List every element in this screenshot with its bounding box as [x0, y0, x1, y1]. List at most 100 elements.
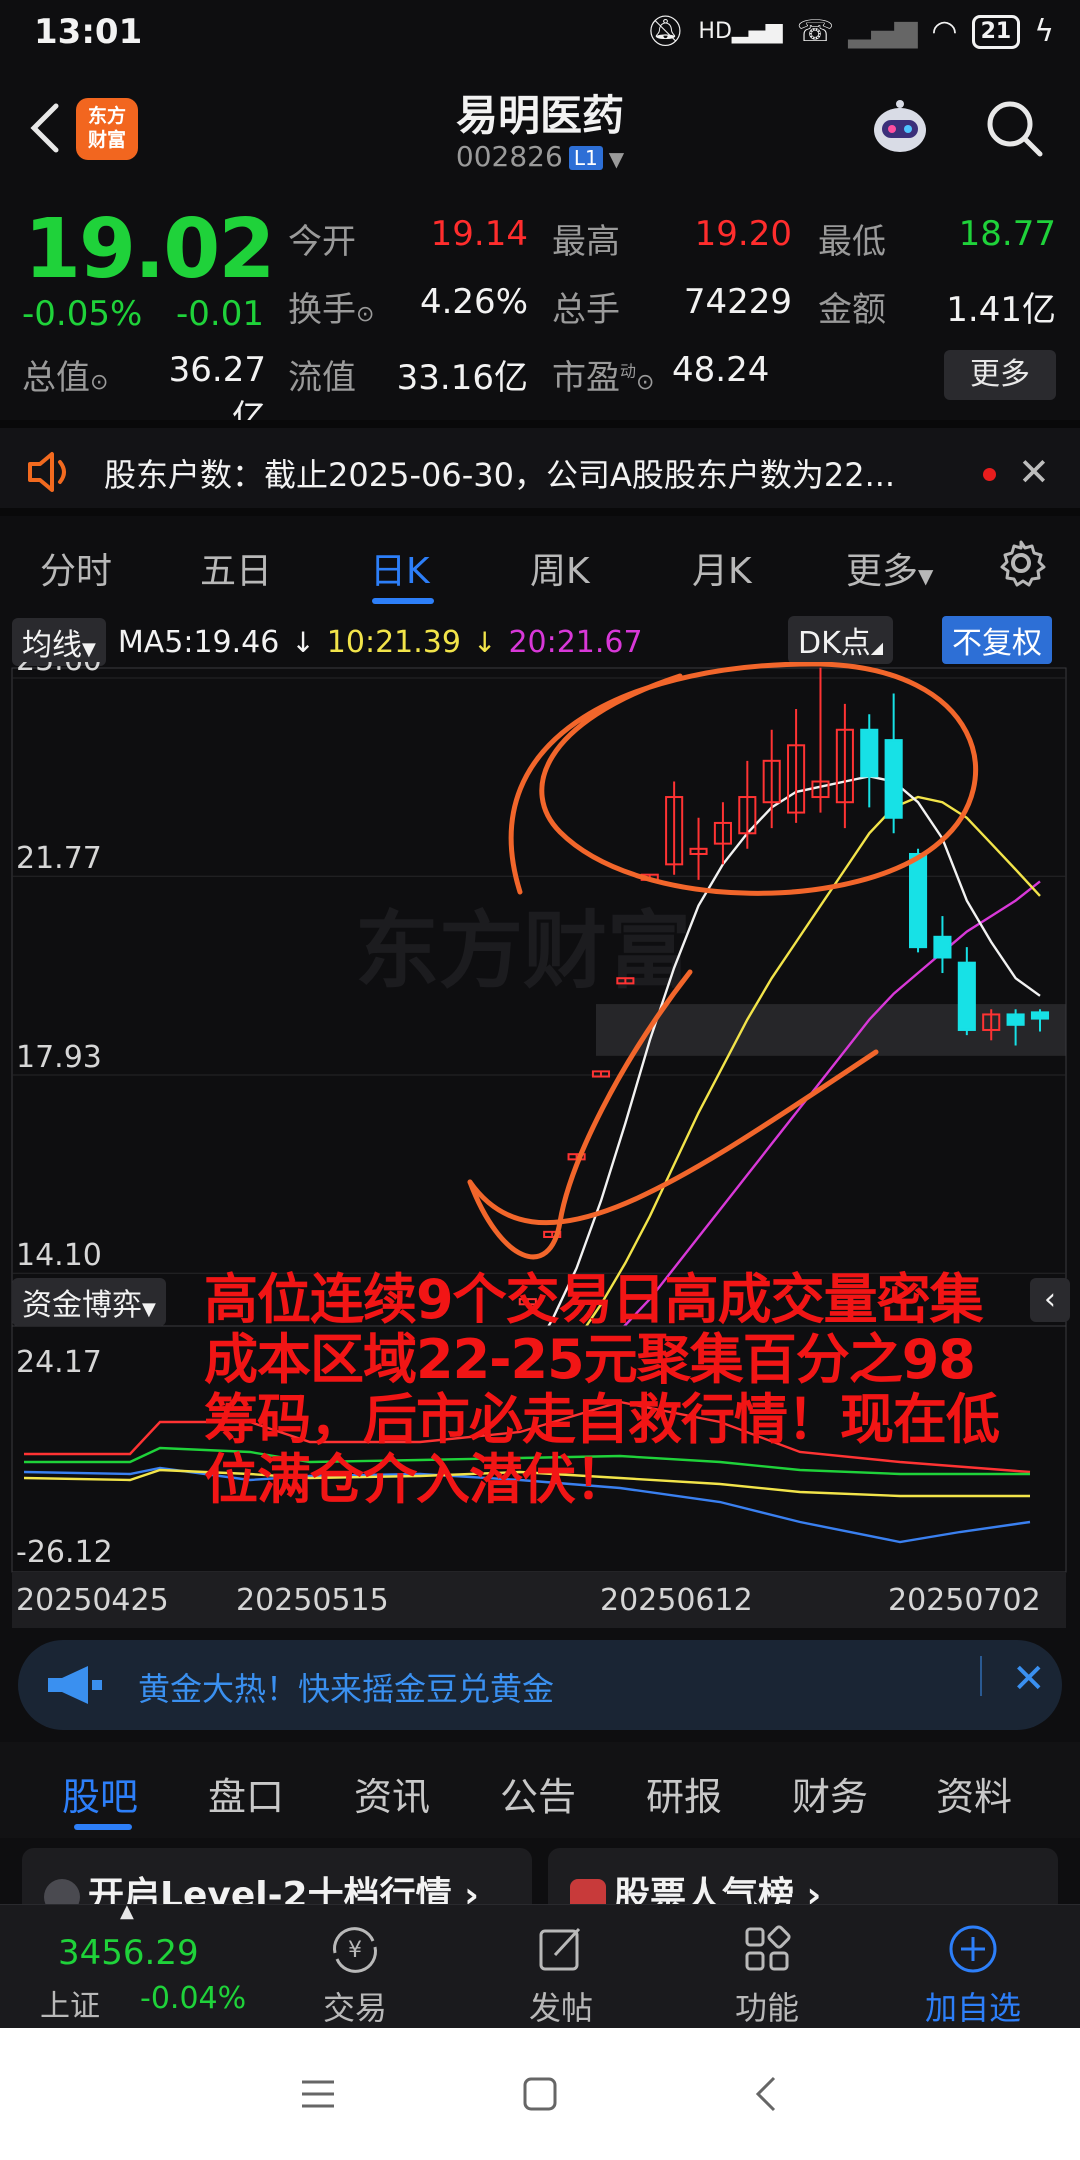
float-cap-value: 33.16亿 — [396, 358, 528, 398]
watermark-text: 东方财富 — [355, 902, 691, 1000]
close-icon[interactable]: ✕ — [1012, 1656, 1046, 1702]
market-cap-label[interactable]: 总值⊙ — [22, 350, 108, 399]
robot-assistant-icon[interactable] — [862, 90, 938, 166]
fund-selector[interactable]: 资金博弈▼ — [12, 1278, 166, 1326]
level-badge: L1 — [568, 146, 603, 170]
dk-button[interactable]: DK点◢ — [788, 616, 894, 664]
ma5-value: MA5:19.46 — [117, 624, 280, 660]
tab-daily-k[interactable]: 日K — [370, 542, 430, 594]
yen-cycle-icon: ¥ — [333, 1927, 377, 1973]
chart-tabs: 分时 五日 日K 周K 月K 更多▼ — [0, 516, 1080, 612]
candle-body — [957, 961, 976, 1031]
tab-weekly-k[interactable]: 周K — [530, 542, 590, 594]
call-icon: ☏ — [796, 14, 835, 49]
quote-panel: 19.02 -0.05% -0.01 今开 19.14 最高 19.20 最低 … — [0, 190, 1080, 438]
volume-label: 总手 — [552, 290, 620, 330]
y-tick-label: 17.93 — [16, 1040, 102, 1075]
tab-more[interactable]: 更多▼ — [846, 542, 933, 594]
tab-pankou[interactable]: 盘口 — [208, 1766, 284, 1821]
amount-value: 1.41亿 — [946, 290, 1056, 330]
x-tick-label: 20250702 — [888, 1583, 1041, 1618]
tab-news[interactable]: 资讯 — [354, 1766, 430, 1821]
search-icon[interactable] — [982, 96, 1048, 162]
pe-label[interactable]: 市盈动⊙ — [552, 350, 654, 399]
add-circle-icon — [949, 1925, 997, 1973]
turnover-label[interactable]: 换手⊙ — [288, 282, 374, 331]
signal-icon: HD▂▄▆ — [698, 19, 783, 44]
settings-gear-icon[interactable] — [996, 538, 1046, 588]
low-label: 最低 — [818, 222, 886, 262]
popularity-card[interactable]: 股票人气榜 › — [548, 1848, 1058, 1904]
fund-y-tick-label: 24.17 — [16, 1345, 102, 1380]
status-bar: 13:01 🔕︎ HD▂▄▆ ☏ ▂▄▆ ◠ 21 ϟ — [0, 0, 1080, 68]
high-label: 最高 — [552, 222, 620, 262]
high-value: 19.20 — [694, 214, 792, 254]
tab-announcements[interactable]: 公告 — [500, 1766, 576, 1821]
tab-finance[interactable]: 财务 — [792, 1766, 868, 1821]
charging-icon: ϟ — [1034, 14, 1054, 49]
info-tabs: 股吧 盘口 资讯 公告 研报 财务 资料 — [0, 1742, 1080, 1838]
edit-icon — [539, 1927, 581, 1971]
x-tick-label: 20250612 — [600, 1583, 753, 1618]
system-navigation-bar — [0, 2028, 1080, 2160]
open-label: 今开 — [288, 222, 356, 262]
x-tick-label: 20250515 — [236, 1583, 389, 1618]
bottom-navigation: ▲ 3456.29 上证 -0.04% ¥ 交易 发帖 功能 加自选 — [0, 1901, 1080, 2029]
battery-icon: 21 — [971, 14, 1021, 49]
status-icons: 🔕︎ HD▂▄▆ ☏ ▂▄▆ ◠ 21 ϟ — [646, 14, 1054, 49]
status-time: 13:01 — [34, 12, 143, 52]
nav-add-watchlist[interactable]: 加自选 — [898, 1923, 1048, 2029]
close-icon[interactable]: ✕ — [1018, 450, 1050, 494]
candle-body — [909, 852, 928, 949]
svg-text:¥: ¥ — [348, 1938, 362, 1963]
menu-icon[interactable] — [300, 2078, 336, 2110]
index-value[interactable]: 3456.29 — [58, 1933, 199, 1973]
tab-research[interactable]: 研报 — [646, 1766, 722, 1821]
index-change[interactable]: -0.04% — [140, 1981, 246, 2016]
y-tick-label: 25.60 — [16, 662, 102, 678]
mute-icon: 🔕︎ — [646, 14, 685, 49]
nav-post[interactable]: 发帖 — [486, 1923, 636, 2029]
nav-functions[interactable]: 功能 — [692, 1923, 842, 2029]
candle-body — [860, 728, 879, 778]
tab-profile[interactable]: 资料 — [936, 1766, 1012, 1821]
unread-dot — [983, 468, 996, 481]
promo-cards: 开启Level-2十档行情 › 股票人气榜 › — [0, 1838, 1080, 1904]
ma-legend: 均线▼ MA5:19.46 ↓ 10:21.39 ↓ 20:21.67 — [12, 618, 643, 666]
candle-body — [1006, 1013, 1025, 1026]
current-price: 19.02 — [24, 202, 275, 297]
signal-2-icon: ▂▄▆ — [848, 14, 918, 49]
level2-card[interactable]: 开启Level-2十档行情 › — [22, 1848, 532, 1904]
tab-five-day[interactable]: 五日 — [200, 542, 272, 594]
nav-trade[interactable]: ¥ 交易 — [280, 1923, 430, 2029]
index-name[interactable]: 上证 — [40, 1981, 100, 2025]
x-tick-label: 20250425 — [16, 1583, 169, 1618]
divider — [980, 1656, 982, 1696]
ma-selector[interactable]: 均线▼ — [12, 618, 106, 666]
low-value: 18.77 — [958, 214, 1056, 254]
tab-intraday[interactable]: 分时 — [40, 542, 112, 594]
annotation-curve-2 — [467, 1049, 879, 1226]
tab-underline — [372, 598, 434, 604]
more-button[interactable]: 更多 — [944, 350, 1056, 400]
adjust-button[interactable]: 不复权 — [942, 616, 1052, 664]
float-cap-label: 流值 — [288, 358, 356, 398]
amount-label: 金额 — [818, 290, 886, 330]
fund-y-tick-label: -26.12 — [16, 1535, 113, 1570]
open-value: 19.14 — [430, 214, 528, 254]
y-tick-label: 14.10 — [16, 1238, 102, 1273]
home-icon[interactable] — [522, 2076, 558, 2112]
tab-underline — [74, 1824, 132, 1830]
turnover-value: 4.26% — [419, 282, 528, 322]
tab-guba[interactable]: 股吧 — [62, 1766, 138, 1821]
gold-promo-banner[interactable]: 黄金大热！快来摇金豆兑黄金 ✕ — [18, 1640, 1062, 1730]
notice-bar[interactable]: 股东户数：截止2025-06-30，公司A股股东户数为22... ✕ — [0, 420, 1080, 516]
gold-promo-text[interactable]: 黄金大热！快来摇金豆兑黄金 — [138, 1664, 554, 1710]
tab-monthly-k[interactable]: 月K — [692, 542, 752, 594]
notice-text[interactable]: 股东户数：截止2025-06-30，公司A股股东户数为22... — [104, 450, 895, 496]
expand-caret-icon[interactable]: ▲ — [120, 1901, 134, 1922]
volume-value: 74229 — [683, 282, 792, 322]
overlay-annotation-text: 高位连续9个交易日高成交量密集 成本区域22-25元聚集百分之98 筹码，后市必… — [204, 1268, 1000, 1511]
back-nav-icon[interactable] — [752, 2074, 780, 2114]
candle-body — [884, 739, 903, 819]
